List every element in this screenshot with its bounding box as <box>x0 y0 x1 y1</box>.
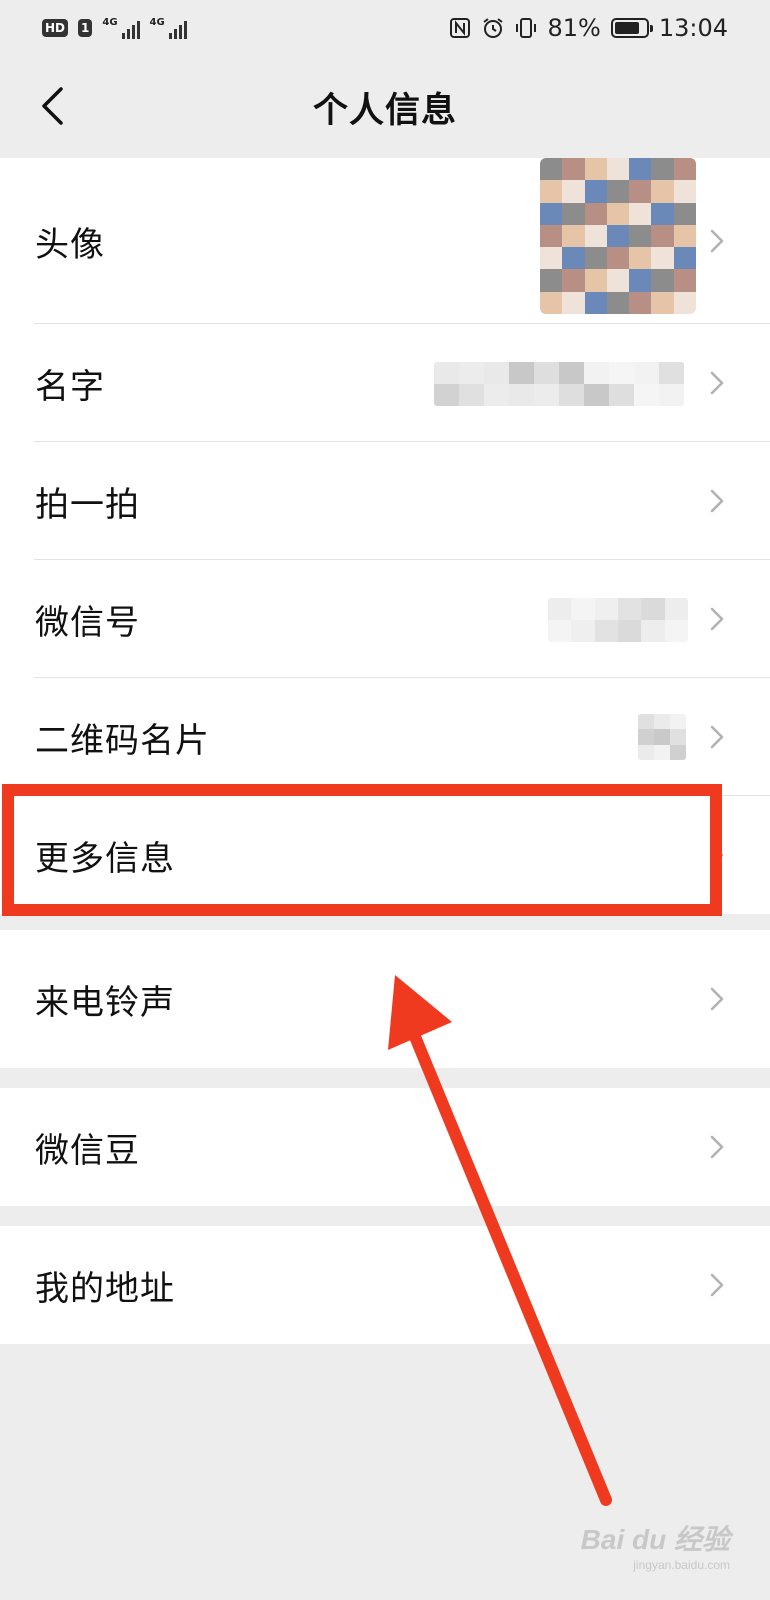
network-label-2: 4G <box>149 17 165 28</box>
qr-code-icon <box>638 714 686 760</box>
page-title: 个人信息 <box>312 90 457 131</box>
row-label-pat: 拍一拍 <box>35 484 140 525</box>
beans-group: 微信豆 <box>0 1088 770 1206</box>
status-bar: HD 1 4G 4G 81% 13:04 <box>0 0 770 56</box>
name-value-blurred <box>434 362 684 406</box>
battery-level <box>614 22 640 34</box>
row-label-wechat-id: 微信号 <box>35 602 140 643</box>
battery-icon <box>610 18 653 38</box>
row-pat[interactable]: 拍一拍 <box>0 442 770 560</box>
row-ringtone[interactable]: 来电铃声 <box>0 930 770 1068</box>
row-label-wechat-beans: 微信豆 <box>35 1130 140 1171</box>
clock: 13:04 <box>658 14 728 42</box>
row-more-info[interactable]: 更多信息 <box>0 796 770 914</box>
wechat-id-blurred <box>548 598 688 642</box>
row-avatar[interactable]: 头像 <box>0 158 770 324</box>
row-name[interactable]: 名字 <box>0 324 770 442</box>
chevron-right-icon <box>710 1135 724 1159</box>
signal-icon: 4G <box>102 17 140 39</box>
battery-percent: 81% <box>547 14 601 42</box>
row-wechat-id[interactable]: 微信号 <box>0 560 770 678</box>
chevron-right-icon <box>710 987 724 1011</box>
address-group: 我的地址 <box>0 1226 770 1344</box>
watermark-logo: Bai du 经验 <box>580 1524 730 1555</box>
nav-header: 个人信息 <box>0 56 770 158</box>
row-qr-card[interactable]: 二维码名片 <box>0 678 770 796</box>
chevron-right-icon <box>710 229 724 253</box>
vibrate-icon <box>516 18 537 38</box>
row-label-my-address: 我的地址 <box>35 1268 175 1309</box>
back-button[interactable] <box>30 84 74 128</box>
row-label-ringtone: 来电铃声 <box>35 982 175 1023</box>
row-wechat-beans[interactable]: 微信豆 <box>0 1088 770 1206</box>
network-label: 4G <box>102 17 118 28</box>
ringtone-group: 来电铃声 <box>0 930 770 1068</box>
row-label-name: 名字 <box>35 366 105 407</box>
alarm-icon <box>483 18 504 38</box>
chevron-right-icon <box>710 607 724 631</box>
chevron-right-icon <box>710 489 724 513</box>
chevron-right-icon <box>710 1273 724 1297</box>
chevron-right-icon <box>710 843 724 867</box>
avatar <box>540 158 696 314</box>
row-label-qr-card: 二维码名片 <box>35 720 210 761</box>
chevron-right-icon <box>710 725 724 749</box>
chevron-right-icon <box>710 371 724 395</box>
watermark-url: jingyan.baidu.com <box>633 1558 730 1572</box>
status-right: 81% 13:04 <box>449 14 728 42</box>
watermark: Bai du 经验 jingyan.baidu.com <box>581 1518 730 1572</box>
hd-badge: HD <box>42 19 69 37</box>
signal-icon-2: 4G <box>150 17 187 39</box>
row-my-address[interactable]: 我的地址 <box>0 1226 770 1344</box>
row-label-avatar: 头像 <box>35 224 105 265</box>
back-arrow-icon <box>42 87 63 125</box>
row-label-more-info: 更多信息 <box>35 838 175 879</box>
sim-badge: 1 <box>78 19 93 37</box>
profile-group: 头像 名字 拍一拍 微信号 二维码名片 更多信息 <box>0 158 770 914</box>
status-left: HD 1 4G 4G <box>42 17 187 39</box>
nfc-icon <box>450 18 471 38</box>
